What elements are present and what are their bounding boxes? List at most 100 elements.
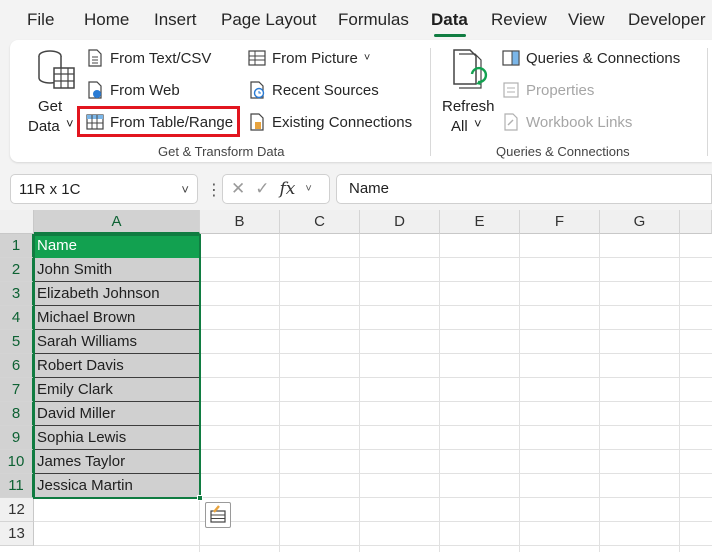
chevron-down-icon: ˅ [474,116,482,131]
row-header-11[interactable]: 11 [0,474,34,498]
gridline-column [439,234,440,552]
formula-input[interactable]: Name [336,174,712,204]
ribbon: Get Data ˅ From Text/CSV From Web From T… [10,40,712,162]
get-data-label-1: Get [38,98,63,115]
refresh-all-button[interactable]: Refresh All ˅ [438,46,496,135]
name-box[interactable]: 11R x 1C ˅ [10,174,198,204]
tab-formulas[interactable]: Formulas [338,10,409,30]
get-data-button[interactable]: Get Data ˅ [22,46,82,135]
tab-view[interactable]: View [568,10,605,30]
chevron-down-icon[interactable]: ˅ [181,182,189,197]
active-tab-indicator [434,34,466,37]
queries-connections-label: Queries & Connections [526,49,681,67]
queries-connections-button[interactable]: Queries & Connections [502,49,680,67]
existing-connections-button[interactable]: Existing Connections [248,113,412,131]
recent-sources-label: Recent Sources [272,81,379,99]
gridline-row [34,545,712,546]
column-header-partial[interactable] [680,210,712,234]
column-header-f[interactable]: F [520,210,600,234]
picture-table-icon [248,50,266,66]
row-header-2[interactable]: 2 [0,258,34,282]
gridline-row [34,521,712,522]
group-separator [430,48,431,156]
quick-analysis-button[interactable] [205,502,231,528]
menu-bar: File Home Insert Page Layout Formulas Da… [0,0,712,40]
row-header-8[interactable]: 8 [0,402,34,426]
from-web-button[interactable]: From Web [86,81,180,99]
refresh-label-1: Refresh [442,98,495,115]
column-header-e[interactable]: E [440,210,520,234]
cell-a6[interactable]: Robert Davis [34,354,200,378]
properties-button[interactable]: Properties [502,81,594,99]
gridline-column [519,234,520,552]
tab-insert[interactable]: Insert [154,10,197,30]
more-options-icon[interactable]: ⋮ [206,180,222,200]
cell-a10[interactable]: James Taylor [34,450,200,474]
workbook-links-label: Workbook Links [526,113,633,131]
column-header-d[interactable]: D [360,210,440,234]
chevron-down-icon: ˅ [305,183,312,195]
connection-file-icon [250,113,264,131]
from-picture-label: From Picture [272,49,358,67]
cancel-icon[interactable]: ✕ [231,179,245,199]
group-label-queries: Queries & Connections [496,144,630,159]
cell-a7[interactable]: Emily Clark [34,378,200,402]
cell-a8[interactable]: David Miller [34,402,200,426]
column-header-b[interactable]: B [200,210,280,234]
row-header-7[interactable]: 7 [0,378,34,402]
tab-data[interactable]: Data [431,10,468,30]
select-all-corner[interactable] [0,210,34,234]
tab-page-layout[interactable]: Page Layout [221,10,316,30]
fill-handle[interactable] [197,495,203,501]
chevron-down-icon: ˅ [363,52,371,64]
name-box-value: 11R x 1C [19,180,81,198]
quick-analysis-icon [210,505,226,523]
cell-a4[interactable]: Michael Brown [34,306,200,330]
database-table-icon [38,50,75,89]
worksheet-grid: ABCDEFG 1 2 3 4 5 6 7 8 9 10 11 12 13 Name John Smith… [0,210,712,552]
get-data-label-2: Data [28,118,60,135]
row-header-12[interactable]: 12 [0,498,34,522]
enter-icon[interactable]: ✓ [255,179,269,199]
existing-connections-label: Existing Connections [272,113,413,131]
cell-a2[interactable]: John Smith [34,258,200,282]
column-header-g[interactable]: G [600,210,680,234]
row-header-6[interactable]: 6 [0,354,34,378]
row-header-9[interactable]: 9 [0,426,34,450]
properties-label: Properties [526,81,595,99]
row-header-4[interactable]: 4 [0,306,34,330]
tab-review[interactable]: Review [491,10,547,30]
refresh-icon [453,49,488,89]
formula-buttons: ✕ ✓ fx ˅ [222,174,330,204]
row-header-5[interactable]: 5 [0,330,34,354]
tab-developer[interactable]: Developer [628,10,706,30]
cell-a5[interactable]: Sarah Williams [34,330,200,354]
workbook-links-icon [504,113,518,131]
row-header-3[interactable]: 3 [0,282,34,306]
cell-a3[interactable]: Elizabeth Johnson [34,282,200,306]
column-header-a[interactable]: A [34,210,200,234]
text-file-icon [88,49,102,67]
row-header-13[interactable]: 13 [0,522,34,546]
refresh-label-2: All [451,118,468,135]
from-picture-button[interactable]: From Picture ˅ [248,49,370,67]
tab-file[interactable]: File [27,10,54,30]
cell-a11[interactable]: Jessica Martin [34,474,200,498]
column-header-c[interactable]: C [280,210,360,234]
tab-home[interactable]: Home [84,10,129,30]
recent-sources-button[interactable]: Recent Sources [248,81,379,99]
cell-a9[interactable]: Sophia Lewis [34,426,200,450]
insert-function-button[interactable]: fx [280,179,296,199]
highlight-box [77,106,240,137]
clock-file-icon [250,81,265,99]
header-cell-a1[interactable]: Name [34,234,200,258]
workbook-links-button[interactable]: Workbook Links [502,113,632,131]
queries-panel-icon [502,50,520,66]
from-text-csv-button[interactable]: From Text/CSV [86,49,211,67]
row-header-10[interactable]: 10 [0,450,34,474]
row-header-1[interactable]: 1 [0,234,34,258]
gridline-column [679,234,680,552]
chevron-down-icon: ˅ [66,116,74,131]
gridline-column [279,234,280,552]
properties-icon [503,82,519,98]
